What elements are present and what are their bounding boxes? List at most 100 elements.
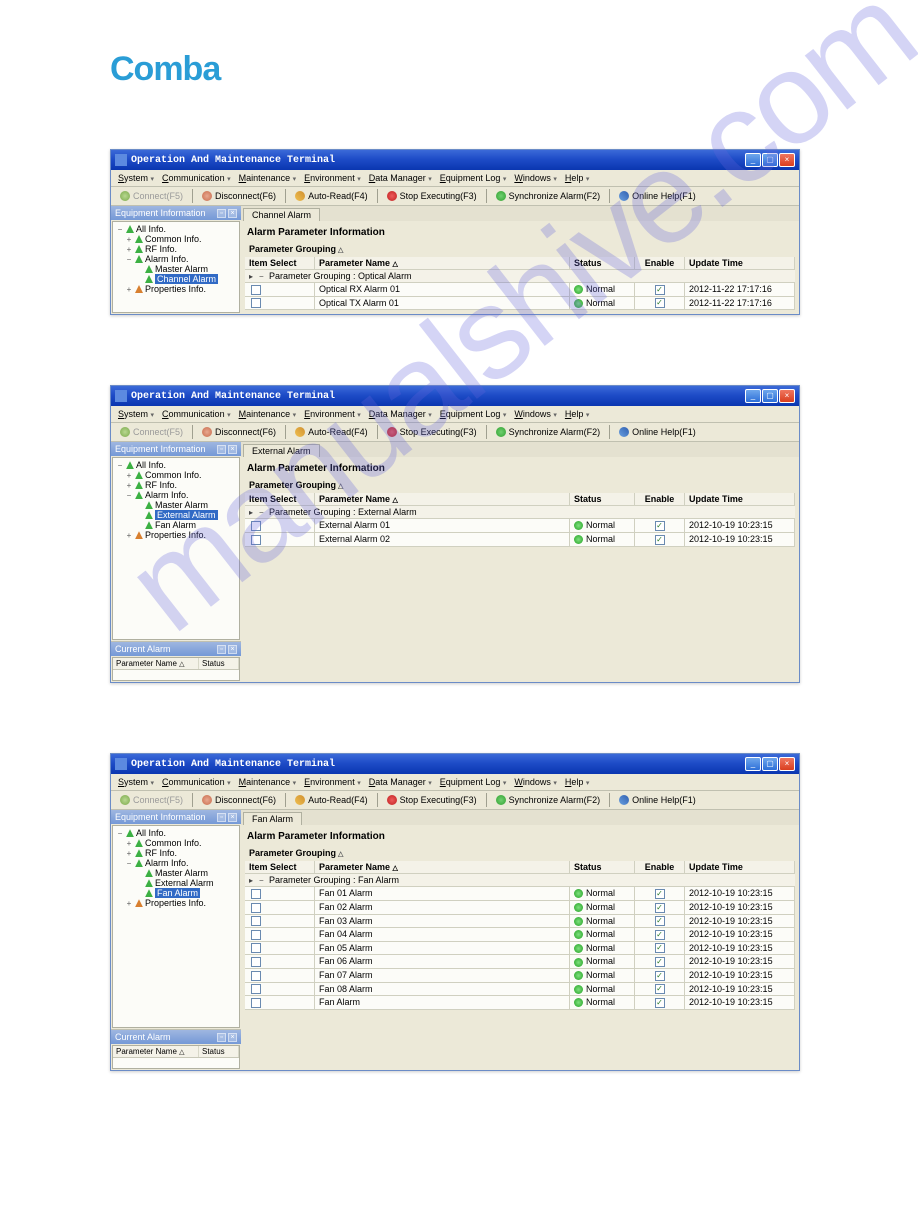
tab-fan alarm[interactable]: Fan Alarm xyxy=(243,812,302,825)
col-status[interactable]: Status xyxy=(199,658,239,669)
enable-checkbox[interactable] xyxy=(655,957,665,967)
expand-icon[interactable]: + xyxy=(125,285,133,294)
close-icon[interactable]: × xyxy=(228,813,237,822)
tree-properties-info[interactable]: + Properties Info. xyxy=(115,898,237,908)
tree-alarm-info[interactable]: − Alarm Info. xyxy=(115,858,237,868)
group-row[interactable]: ▸ − Parameter Grouping : Fan Alarm xyxy=(245,874,795,887)
enable-checkbox[interactable] xyxy=(655,930,665,940)
close-icon[interactable]: × xyxy=(228,209,237,218)
autoread-button[interactable]: Auto-Read(F4) xyxy=(290,793,373,807)
enable-checkbox[interactable] xyxy=(655,535,665,545)
autoread-button[interactable]: Auto-Read(F4) xyxy=(290,189,373,203)
expand-icon[interactable]: − xyxy=(125,491,133,500)
enable-checkbox[interactable] xyxy=(655,521,665,531)
menu-maintenance[interactable]: Maintenance ▾ xyxy=(236,776,300,788)
enable-checkbox[interactable] xyxy=(655,298,665,308)
col-update-time[interactable]: Update Time xyxy=(685,257,795,270)
menu-maintenance[interactable]: Maintenance ▾ xyxy=(236,172,300,184)
expand-icon[interactable]: − xyxy=(125,255,133,264)
col-status[interactable]: Status xyxy=(570,493,635,506)
tree-external-alarm[interactable]: External Alarm xyxy=(115,878,237,888)
col-update-time[interactable]: Update Time xyxy=(685,493,795,506)
help-button[interactable]: Online Help(F1) xyxy=(614,793,701,807)
expand-icon[interactable]: − xyxy=(125,859,133,868)
col-status[interactable]: Status xyxy=(570,861,635,874)
minimize-button[interactable]: _ xyxy=(745,757,761,771)
expand-icon[interactable]: + xyxy=(125,481,133,490)
menu-help[interactable]: Help ▾ xyxy=(562,408,593,420)
autoread-button[interactable]: Auto-Read(F4) xyxy=(290,425,373,439)
col-item-select[interactable]: Item Select xyxy=(245,493,315,506)
sync-button[interactable]: Synchronize Alarm(F2) xyxy=(491,189,606,203)
enable-checkbox[interactable] xyxy=(655,889,665,899)
enable-checkbox[interactable] xyxy=(655,998,665,1008)
stop-button[interactable]: Stop Executing(F3) xyxy=(382,189,482,203)
group-row[interactable]: ▸ − Parameter Grouping : External Alarm xyxy=(245,506,795,519)
menu-windows[interactable]: Windows ▾ xyxy=(511,776,560,788)
col-enable[interactable]: Enable xyxy=(635,861,685,874)
enable-checkbox[interactable] xyxy=(655,984,665,994)
expand-icon[interactable]: − xyxy=(116,225,124,234)
menu-communication[interactable]: Communication ▾ xyxy=(159,408,234,420)
menu-environment[interactable]: Environment ▾ xyxy=(301,408,364,420)
maximize-button[interactable]: ▢ xyxy=(762,153,778,167)
disconnect-button[interactable]: Disconnect(F6) xyxy=(197,425,281,439)
tab-channel alarm[interactable]: Channel Alarm xyxy=(243,208,320,221)
expand-icon[interactable]: + xyxy=(125,531,133,540)
sync-button[interactable]: Synchronize Alarm(F2) xyxy=(491,793,606,807)
row-checkbox[interactable] xyxy=(251,998,261,1008)
tree-all-info[interactable]: − All Info. xyxy=(115,460,237,470)
menu-environment[interactable]: Environment ▾ xyxy=(301,776,364,788)
titlebar[interactable]: Operation And Maintenance Terminal _ ▢ × xyxy=(111,754,799,774)
tree-common-info[interactable]: + Common Info. xyxy=(115,470,237,480)
col-item-select[interactable]: Item Select xyxy=(245,257,315,270)
close-button[interactable]: × xyxy=(779,389,795,403)
expand-icon[interactable]: + xyxy=(125,839,133,848)
sync-button[interactable]: Synchronize Alarm(F2) xyxy=(491,425,606,439)
row-checkbox[interactable] xyxy=(251,984,261,994)
pin-icon[interactable]: ▫ xyxy=(217,209,226,218)
expand-icon[interactable]: − xyxy=(116,461,124,470)
menu-windows[interactable]: Windows ▾ xyxy=(511,172,560,184)
tree-master-alarm[interactable]: Master Alarm xyxy=(115,264,237,274)
menu-system[interactable]: System ▾ xyxy=(115,776,157,788)
menu-equipment log[interactable]: Equipment Log ▾ xyxy=(437,172,510,184)
col-status[interactable]: Status xyxy=(570,257,635,270)
menu-data manager[interactable]: Data Manager ▾ xyxy=(366,776,435,788)
tree-common-info[interactable]: + Common Info. xyxy=(115,234,237,244)
tree-common-info[interactable]: + Common Info. xyxy=(115,838,237,848)
expand-icon[interactable]: − xyxy=(259,508,269,517)
menu-system[interactable]: System ▾ xyxy=(115,408,157,420)
col-param-name[interactable]: Parameter Name △ xyxy=(315,257,570,270)
expand-icon[interactable]: − xyxy=(116,829,124,838)
minimize-button[interactable]: _ xyxy=(745,389,761,403)
maximize-button[interactable]: ▢ xyxy=(762,389,778,403)
row-checkbox[interactable] xyxy=(251,285,261,295)
enable-checkbox[interactable] xyxy=(655,285,665,295)
tree-properties-info[interactable]: + Properties Info. xyxy=(115,530,237,540)
row-checkbox[interactable] xyxy=(251,916,261,926)
tree-fan-alarm[interactable]: Fan Alarm xyxy=(115,520,237,530)
expand-icon[interactable]: − xyxy=(259,876,269,885)
tree-rf-info[interactable]: + RF Info. xyxy=(115,480,237,490)
disconnect-button[interactable]: Disconnect(F6) xyxy=(197,793,281,807)
row-checkbox[interactable] xyxy=(251,957,261,967)
disconnect-button[interactable]: Disconnect(F6) xyxy=(197,189,281,203)
help-button[interactable]: Online Help(F1) xyxy=(614,189,701,203)
close-button[interactable]: × xyxy=(779,757,795,771)
menu-help[interactable]: Help ▾ xyxy=(562,776,593,788)
tab-external alarm[interactable]: External Alarm xyxy=(243,444,320,457)
stop-button[interactable]: Stop Executing(F3) xyxy=(382,793,482,807)
col-param-name[interactable]: Parameter Name △ xyxy=(113,1046,199,1057)
connect-button[interactable]: Connect(F5) xyxy=(115,189,188,203)
close-button[interactable]: × xyxy=(779,153,795,167)
menu-communication[interactable]: Communication ▾ xyxy=(159,776,234,788)
minimize-button[interactable]: _ xyxy=(745,153,761,167)
collapse-icon[interactable]: ▸ xyxy=(249,508,259,517)
row-checkbox[interactable] xyxy=(251,521,261,531)
menu-equipment log[interactable]: Equipment Log ▾ xyxy=(437,408,510,420)
pin-icon[interactable]: ▫ xyxy=(217,645,226,654)
row-checkbox[interactable] xyxy=(251,943,261,953)
enable-checkbox[interactable] xyxy=(655,916,665,926)
menu-windows[interactable]: Windows ▾ xyxy=(511,408,560,420)
